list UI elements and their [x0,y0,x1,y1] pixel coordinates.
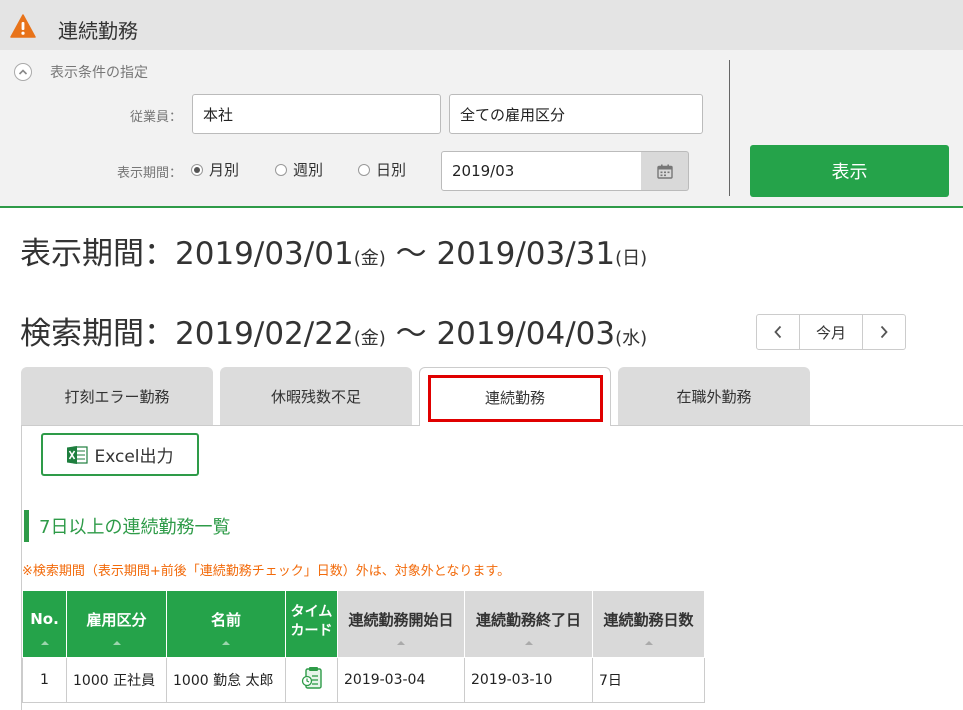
col-header-start-date[interactable]: 連続勤務開始日 [337,590,465,658]
radio-daily[interactable]: 日別 [358,159,406,180]
chevron-up-icon [18,69,28,75]
next-month-button[interactable] [863,315,905,349]
prev-month-button[interactable] [757,315,799,349]
calendar-icon [656,164,673,179]
section-title: 7日以上の連続勤務一覧 [24,510,230,542]
sort-icon [644,641,653,645]
search-period: 検索期間：2019/02/22(金) ～ 2019/04/03(水) [20,316,648,352]
show-button[interactable]: 表示 [750,145,949,197]
cell-start-date: 2019-03-04 [337,657,465,703]
col-header-end-date[interactable]: 連続勤務終了日 [464,590,593,658]
timecard-icon [301,667,322,689]
calendar-button[interactable] [641,151,689,191]
period-label: 表示期間： [116,166,182,181]
col-header-days[interactable]: 連続勤務日数 [592,590,705,658]
col-header-timecard: タイム カード [285,590,338,658]
employee-label: 従業員： [129,110,182,125]
condition-panel: 表示条件の指定 従業員： 本社 全ての雇用区分 表示期間： 月別 週別 日別 2… [0,50,963,208]
sort-icon [40,641,49,645]
excel-export-button[interactable]: Excel出力 [41,433,199,476]
table-header-row: No. 雇用区分 名前 タイム カード 連続勤務開始日 連続勤務終了日 連続勤務日… [22,590,705,658]
timecard-button[interactable] [301,666,323,690]
col-header-name[interactable]: 名前 [166,590,286,658]
cell-no: 1 [22,657,67,703]
sort-icon [397,641,405,645]
cell-employment-type: 1000 正社員 [66,657,167,703]
results-table: No. 雇用区分 名前 タイム カード 連続勤務開始日 連続勤務終了日 連続勤務日… [22,590,705,703]
employment-type-select[interactable]: 全ての雇用区分 [449,94,703,134]
cell-timecard [285,657,338,703]
tab-leave-shortage[interactable]: 休暇残数不足 [220,367,412,425]
tab-consecutive-work[interactable]: 連続勤務 [419,367,611,426]
chevron-left-icon [774,325,782,339]
cell-name: 1000 勤怠 太郎 [166,657,286,703]
sort-icon [112,641,121,645]
collapse-toggle[interactable] [14,63,32,81]
radio-monthly[interactable]: 月別 [191,159,239,180]
radio-dot [191,163,203,176]
col-header-employment-type[interactable]: 雇用区分 [66,590,167,658]
notice-text: ※検索期間（表示期間+前後「連続勤務チェック」日数）外は、対象外となります。 [22,564,511,579]
sort-icon [524,641,533,645]
month-input[interactable]: 2019/03 [441,151,642,191]
condition-title: 表示条件の指定 [50,65,148,81]
warning-icon [10,14,36,38]
tab-punch-error[interactable]: 打刻エラー勤務 [21,367,213,425]
title-bar: 連続勤務 [0,0,963,50]
page-title: 連続勤務 [58,19,138,43]
col-header-no[interactable]: No. [22,590,67,658]
table-row: 1 1000 正社員 1000 勤怠 太郎 2019-03-04 2019-03… [22,657,705,703]
radio-dot [275,163,287,176]
display-period: 表示期間：2019/03/01(金) ～ 2019/03/31(日) [20,236,648,272]
cell-end-date: 2019-03-10 [464,657,593,703]
divider [729,60,730,196]
employee-input[interactable]: 本社 [192,94,441,134]
tab-out-of-employment[interactable]: 在職外勤務 [618,367,810,425]
radio-weekly[interactable]: 週別 [275,159,323,180]
sort-icon [222,641,230,645]
cell-days: 7日 [592,657,705,703]
chevron-right-icon [880,325,888,339]
this-month-button[interactable]: 今月 [799,315,863,349]
month-nav: 今月 [756,314,906,350]
excel-icon [67,445,89,464]
radio-dot [358,163,370,176]
